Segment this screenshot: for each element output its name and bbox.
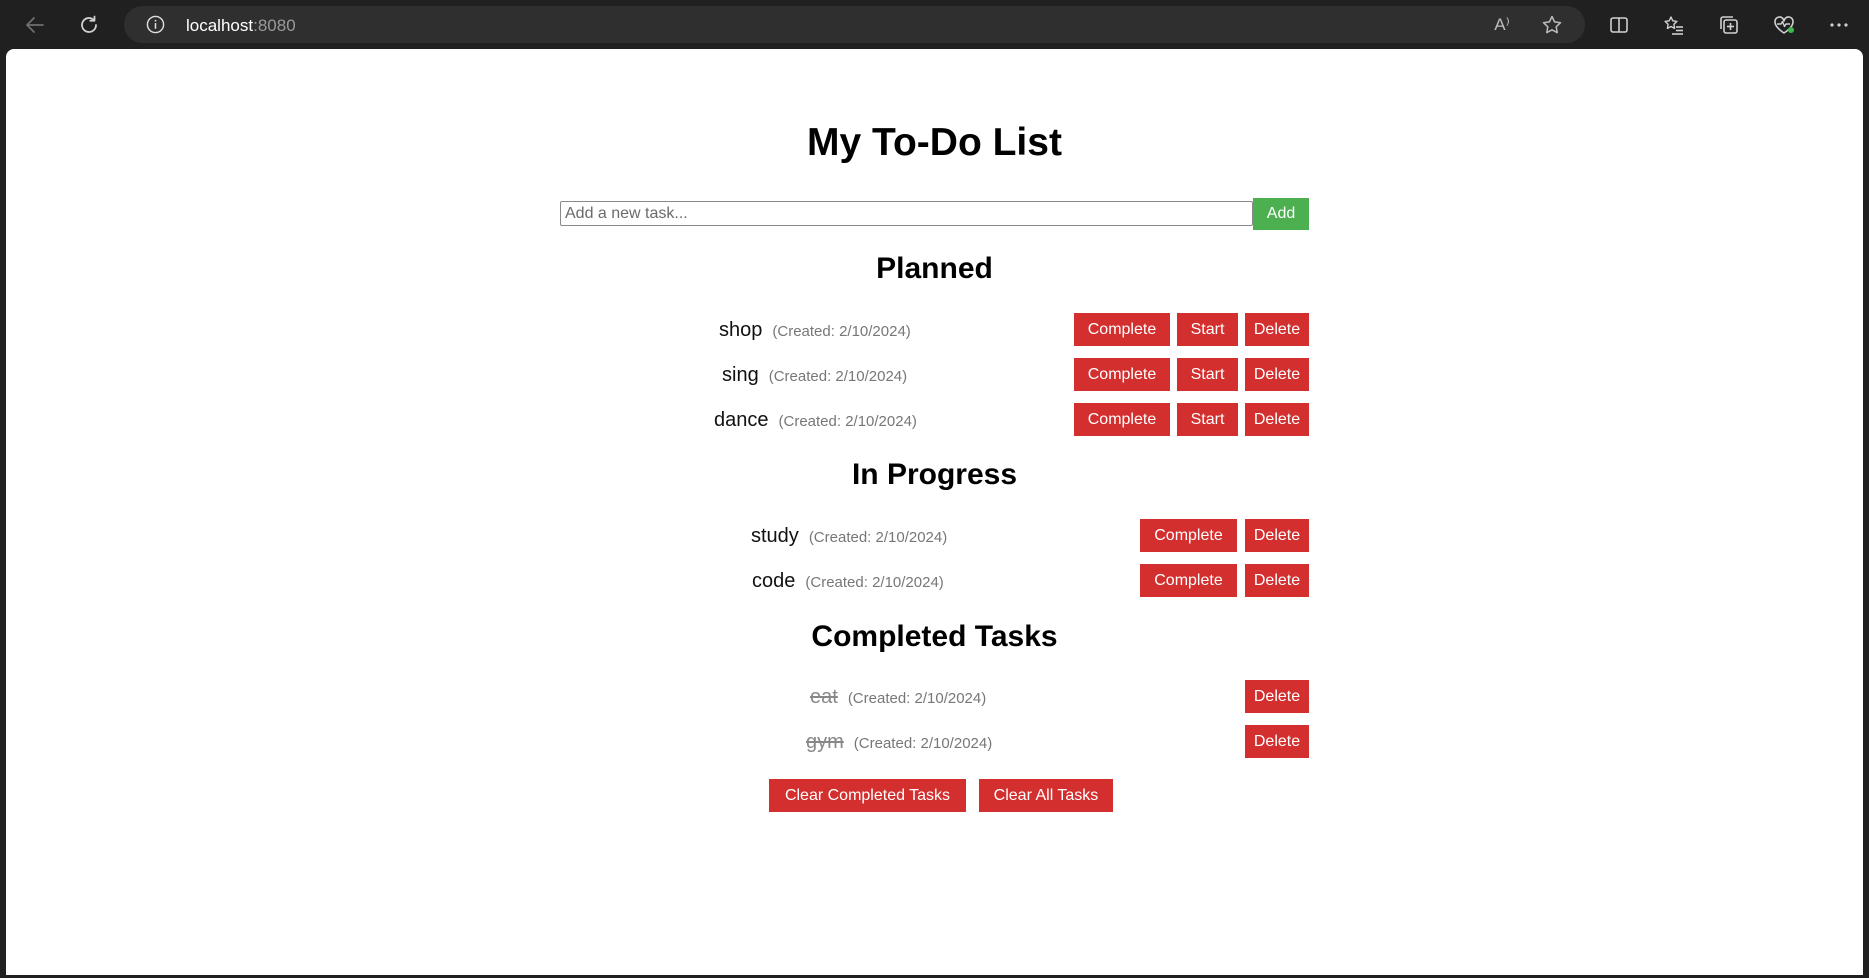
add-task-button[interactable]: Add: [1253, 198, 1309, 230]
complete-button[interactable]: Complete: [1074, 403, 1170, 436]
delete-button[interactable]: Delete: [1245, 725, 1309, 758]
planned-task-row: sing (Created: 2/10/2024) Complete Start …: [560, 358, 1309, 392]
task-name: study: [751, 525, 799, 547]
task-created-date: (Created: 2/10/2024): [847, 690, 987, 707]
address-bar[interactable]: localhost:8080 A⁾: [124, 6, 1585, 43]
favorite-star-icon[interactable]: [1540, 13, 1564, 37]
clear-all-button[interactable]: Clear All Tasks: [979, 779, 1113, 812]
task-name: gym: [806, 731, 844, 753]
collections-icon[interactable]: [1712, 8, 1746, 42]
task-label: code (Created: 2/10/2024): [752, 564, 944, 598]
task-label: gym (Created: 2/10/2024): [806, 725, 992, 759]
in-progress-task-row: code (Created: 2/10/2024) Complete Delete: [560, 564, 1309, 598]
delete-button[interactable]: Delete: [1245, 680, 1309, 713]
task-name: dance: [714, 409, 769, 431]
task-name: shop: [719, 319, 763, 341]
task-created-date: (Created: 2/10/2024): [768, 368, 908, 385]
task-label: eat (Created: 2/10/2024): [810, 680, 986, 714]
back-icon[interactable]: [18, 8, 52, 42]
favorites-icon[interactable]: [1657, 8, 1691, 42]
planned-task-row: dance (Created: 2/10/2024) Complete Start…: [560, 403, 1309, 437]
complete-button[interactable]: Complete: [1074, 313, 1170, 346]
delete-button[interactable]: Delete: [1245, 519, 1309, 552]
info-icon[interactable]: [146, 15, 165, 34]
task-label: shop (Created: 2/10/2024): [719, 313, 911, 347]
planned-heading: Planned: [876, 252, 993, 285]
more-icon[interactable]: [1822, 8, 1856, 42]
planned-task-row: shop (Created: 2/10/2024) Complete Start …: [560, 313, 1309, 347]
task-label: dance (Created: 2/10/2024): [714, 403, 917, 437]
task-created-date: (Created: 2/10/2024): [808, 529, 948, 546]
read-aloud-icon[interactable]: A⁾: [1490, 13, 1514, 37]
completed-task-row: gym (Created: 2/10/2024) Delete: [560, 725, 1309, 759]
task-created-date: (Created: 2/10/2024): [853, 735, 993, 752]
delete-button[interactable]: Delete: [1245, 358, 1309, 391]
complete-button[interactable]: Complete: [1140, 564, 1237, 597]
task-created-date: (Created: 2/10/2024): [772, 323, 911, 340]
delete-button[interactable]: Delete: [1245, 564, 1309, 597]
task-created-date: (Created: 2/10/2024): [805, 574, 944, 591]
task-name: code: [752, 570, 796, 592]
page-viewport: My To-Do List Add Planned shop (Created: …: [6, 49, 1863, 975]
task-created-date: (Created: 2/10/2024): [778, 413, 917, 430]
start-button[interactable]: Start: [1177, 403, 1238, 436]
page-title: My To-Do List: [807, 121, 1062, 164]
delete-button[interactable]: Delete: [1245, 403, 1309, 436]
task-label: sing (Created: 2/10/2024): [722, 358, 907, 392]
delete-button[interactable]: Delete: [1245, 313, 1309, 346]
browser-essentials-icon[interactable]: [1767, 8, 1801, 42]
new-task-input[interactable]: [560, 201, 1253, 226]
start-button[interactable]: Start: [1177, 313, 1238, 346]
refresh-icon[interactable]: [72, 8, 106, 42]
start-button[interactable]: Start: [1177, 358, 1238, 391]
complete-button[interactable]: Complete: [1074, 358, 1170, 391]
task-name: sing: [722, 364, 759, 386]
url-text: localhost:8080: [186, 16, 296, 35]
task-name: eat: [810, 686, 838, 708]
browser-toolbar: localhost:8080 A⁾: [0, 0, 1869, 49]
completed-heading: Completed Tasks: [811, 620, 1058, 653]
in-progress-heading: In Progress: [851, 458, 1018, 491]
clear-completed-button[interactable]: Clear Completed Tasks: [769, 779, 966, 812]
split-screen-icon[interactable]: [1602, 8, 1636, 42]
in-progress-task-row: study (Created: 2/10/2024) Complete Delet…: [560, 519, 1309, 553]
task-label: study (Created: 2/10/2024): [751, 519, 947, 553]
complete-button[interactable]: Complete: [1140, 519, 1237, 552]
completed-task-row: eat (Created: 2/10/2024) Delete: [560, 680, 1309, 714]
